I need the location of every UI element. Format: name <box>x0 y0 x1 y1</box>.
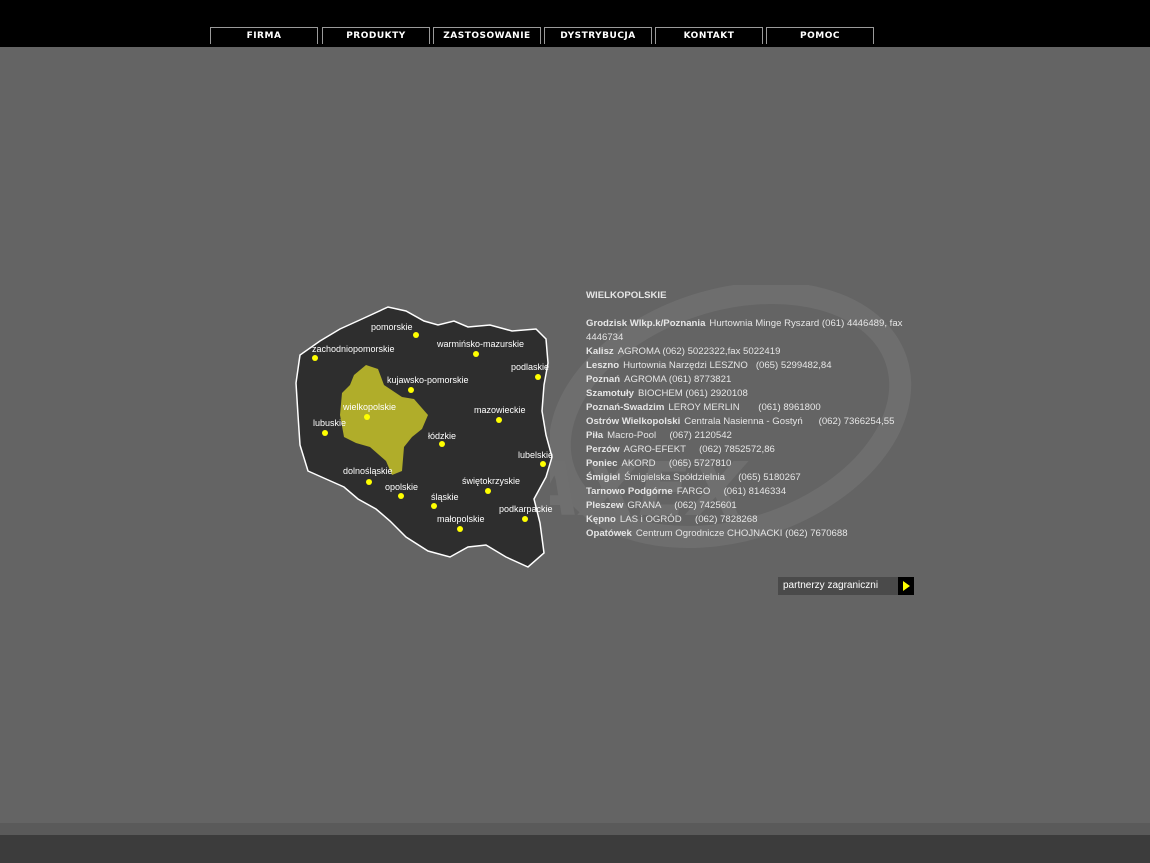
distributor-details: LEROY MERLIN (061) 8961800 <box>668 402 821 413</box>
region-dot-kujawsko-pomorskie[interactable] <box>408 387 414 393</box>
distributor-details: Hurtownia Narzędzi LESZNO (065) 5299482,… <box>623 360 832 371</box>
region-label-podlaskie[interactable]: podlaskie <box>511 362 549 372</box>
distributor-city: Opatówek <box>586 528 632 539</box>
distributor-details: Śmigielska Spółdzielnia (065) 5180267 <box>624 472 801 483</box>
region-dot-swietokrzyskie[interactable] <box>485 488 491 494</box>
distributor-entry: Opatówek Centrum Ogrodnicze CHOJNACKI (06… <box>586 527 926 541</box>
distributor-entry: Śmigiel Śmigielska Spółdzielnia (065) 518… <box>586 471 926 485</box>
distributor-details: AGROMA (062) 5022322,fax 5022419 <box>617 346 781 357</box>
region-label-lubelskie[interactable]: lubelskie <box>518 450 553 460</box>
distributor-entry: Ostrów Wielkopolski Centrala Nasienna - G… <box>586 415 926 429</box>
top-bar: FIRMA PRODUKTY ZASTOSOWANIE DYSTRYBUCJA … <box>0 0 1150 47</box>
region-label-swietokrzyskie[interactable]: świętokrzyskie <box>462 476 520 486</box>
nav-kontakt[interactable]: KONTAKT <box>655 27 763 44</box>
footer-band <box>0 823 1150 835</box>
nav-firma[interactable]: FIRMA <box>210 27 318 44</box>
distributor-city: Ostrów Wielkopolski <box>586 416 681 427</box>
distributor-details: Centrum Ogrodnicze CHOJNACKI (062) 76706… <box>635 528 848 539</box>
nav-pomoc[interactable]: POMOC <box>766 27 874 44</box>
region-dot-podkarpackie[interactable] <box>522 516 528 522</box>
distributor-details: AGRO-EFEKT (062) 7852572,86 <box>623 444 775 455</box>
region-label-pomorskie[interactable]: pomorskie <box>371 322 413 332</box>
distribution-stage: MAXEX pomorskie zachodniopomorskie warmi… <box>290 285 930 605</box>
distributor-entry: Szamotuły BIOCHEM (061) 2920108 <box>586 387 926 401</box>
foreign-partners-label: partnerzy zagraniczni <box>783 580 879 591</box>
distributor-entry: Tarnowo Podgórne FARGO (061) 8146334 <box>586 485 926 499</box>
distributor-details: FARGO (061) 8146334 <box>676 486 787 497</box>
nav-dystrybucja[interactable]: DYSTRYBUCJA <box>544 27 652 44</box>
distributor-details: LAS i OGRÓD (062) 7828268 <box>619 514 758 525</box>
distributor-entry: Kalisz AGROMA (062) 5022322,fax 5022419 <box>586 345 926 359</box>
distributor-city: Pleszew <box>586 500 624 511</box>
region-label-malopolskie[interactable]: małopolskie <box>437 514 485 524</box>
region-dot-podlaskie[interactable] <box>535 374 541 380</box>
region-dot-pomorskie[interactable] <box>413 332 419 338</box>
distributor-details: Centrala Nasienna - Gostyń (062) 7366254… <box>684 416 895 427</box>
poland-map[interactable] <box>290 285 560 575</box>
region-dot-lubuskie[interactable] <box>322 430 328 436</box>
region-dot-malopolskie[interactable] <box>457 526 463 532</box>
distributor-details: AKORD (065) 5727810 <box>621 458 732 469</box>
region-label-lodzkie[interactable]: łódzkie <box>428 431 456 441</box>
distributor-city: Leszno <box>586 360 620 371</box>
region-dot-opolskie[interactable] <box>398 493 404 499</box>
distributor-city: Kalisz <box>586 346 614 357</box>
distributor-city: Perzów <box>586 444 620 455</box>
region-label-kujawsko-pomorskie[interactable]: kujawsko-pomorskie <box>387 375 469 385</box>
region-label-wielkopolskie[interactable]: wielkopolskie <box>343 402 396 412</box>
region-label-dolnoslaskie[interactable]: dolnośląskie <box>343 466 393 476</box>
distributor-city: Kępno <box>586 514 616 525</box>
region-label-warminsko-mazurskie[interactable]: warmińsko-mazurskie <box>437 339 524 349</box>
distributor-entry: Piła Macro-Pool (067) 2120542 <box>586 429 926 443</box>
distributor-city: Śmigiel <box>586 472 621 483</box>
region-dot-mazowieckie[interactable] <box>496 417 502 423</box>
distributor-details: BIOCHEM (061) 2920108 <box>637 388 748 399</box>
distributor-city: Tarnowo Podgórne <box>586 486 673 497</box>
footer-bar <box>0 835 1150 863</box>
foreign-partners-button[interactable]: partnerzy zagraniczni <box>778 577 914 595</box>
distributor-city: Poniec <box>586 458 618 469</box>
region-dot-slaskie[interactable] <box>431 503 437 509</box>
region-title: WIELKOPOLSKIE <box>586 290 667 301</box>
region-dot-dolnoslaskie[interactable] <box>366 479 372 485</box>
distributor-list: Grodzisk Wlkp.k/Poznania Hurtownia Minge … <box>586 317 926 541</box>
play-arrow-icon <box>898 577 914 595</box>
region-dot-wielkopolskie[interactable] <box>364 414 370 420</box>
region-dot-lodzkie[interactable] <box>439 441 445 447</box>
region-dot-zachodniopomorskie[interactable] <box>312 355 318 361</box>
distributor-entry: Poniec AKORD (065) 5727810 <box>586 457 926 471</box>
region-label-mazowieckie[interactable]: mazowieckie <box>474 405 526 415</box>
region-dot-warminsko-mazurskie[interactable] <box>473 351 479 357</box>
distributor-city: Poznań-Swadzim <box>586 402 665 413</box>
region-label-podkarpackie[interactable]: podkarpackie <box>499 504 553 514</box>
nav-zastosowanie[interactable]: ZASTOSOWANIE <box>433 27 541 44</box>
nav-produkty[interactable]: PRODUKTY <box>322 27 430 44</box>
distributor-entry: Kępno LAS i OGRÓD (062) 7828268 <box>586 513 926 527</box>
distributor-city: Grodzisk Wlkp.k/Poznania <box>586 318 706 329</box>
distributor-details: Macro-Pool (067) 2120542 <box>607 430 732 441</box>
distributor-details: AGROMA (061) 8773821 <box>624 374 732 385</box>
distributor-entry: Leszno Hurtownia Narzędzi LESZNO (065) 52… <box>586 359 926 373</box>
distributor-entry: Grodzisk Wlkp.k/Poznania Hurtownia Minge … <box>586 317 926 345</box>
distributor-city: Poznań <box>586 374 621 385</box>
distributor-details: GRANA (062) 7425601 <box>627 500 737 511</box>
distributor-info: WIELKOPOLSKIE Grodzisk Wlkp.k/Poznania Hu… <box>586 289 926 541</box>
distributor-city: Szamotuły <box>586 388 634 399</box>
distributor-city: Piła <box>586 430 604 441</box>
region-dot-lubelskie[interactable] <box>540 461 546 467</box>
distributor-entry: Pleszew GRANA (062) 7425601 <box>586 499 926 513</box>
region-label-opolskie[interactable]: opolskie <box>385 482 418 492</box>
region-label-lubuskie[interactable]: lubuskie <box>313 418 346 428</box>
distributor-entry: Poznań-Swadzim LEROY MERLIN (061) 8961800 <box>586 401 926 415</box>
region-label-slaskie[interactable]: śląskie <box>431 492 459 502</box>
region-label-zachodniopomorskie[interactable]: zachodniopomorskie <box>312 344 395 354</box>
distributor-entry: Perzów AGRO-EFEKT (062) 7852572,86 <box>586 443 926 457</box>
distributor-entry: Poznań AGROMA (061) 8773821 <box>586 373 926 387</box>
